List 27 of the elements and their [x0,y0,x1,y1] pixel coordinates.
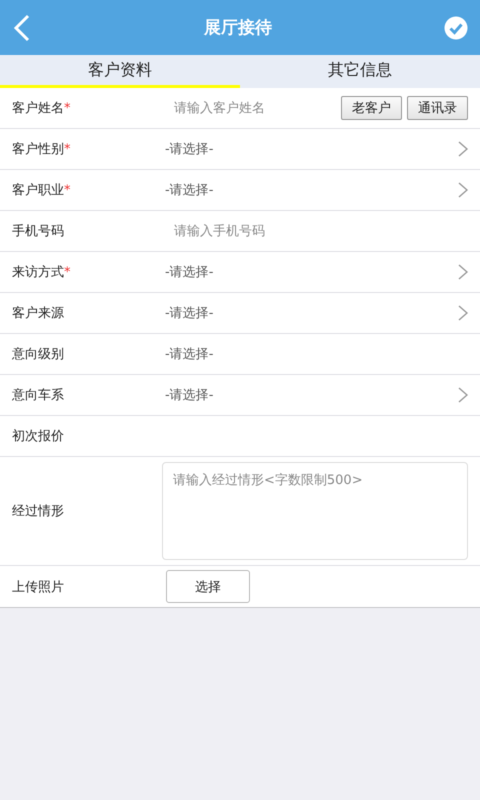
field-label: 客户来源 [12,305,65,322]
checkmark-icon[interactable] [444,16,468,40]
field-label: 意向车系 [12,387,65,404]
page-title: 展厅接待 [204,17,272,39]
pick-button[interactable]: 老客户 [341,96,402,120]
text-field[interactable]: 请输入手机号码 [162,224,468,238]
text-field[interactable]: 请输入客户姓名 [162,100,336,116]
text-area[interactable]: 请输入经过情形<字数限制500> [162,462,468,560]
select-field[interactable]: -请选择- [162,181,458,199]
select-field[interactable]: -请选择- [162,140,458,158]
field-label: 手机号码 [12,223,65,240]
field-label: 初次报价 [12,428,65,445]
back-icon[interactable] [12,14,32,42]
field-label: 经过情形 [12,503,65,520]
field-label: 来访方式* [12,264,72,281]
field-label: 上传照片 [12,578,65,596]
select-field[interactable]: -请选择- [162,263,458,281]
field-label: 意向级别 [12,346,65,363]
tab[interactable]: 其它信息 [240,55,480,88]
select-button[interactable]: 选择 [166,570,250,603]
field-label: 客户性别* [12,141,72,158]
pick-button[interactable]: 通讯录 [407,96,468,120]
select-field[interactable]: -请选择- [162,345,468,363]
select-field[interactable]: -请选择- [162,304,458,322]
field-label: 客户职业* [12,182,72,199]
field-label: 客户姓名* [12,100,72,117]
select-field[interactable]: -请选择- [162,386,458,404]
